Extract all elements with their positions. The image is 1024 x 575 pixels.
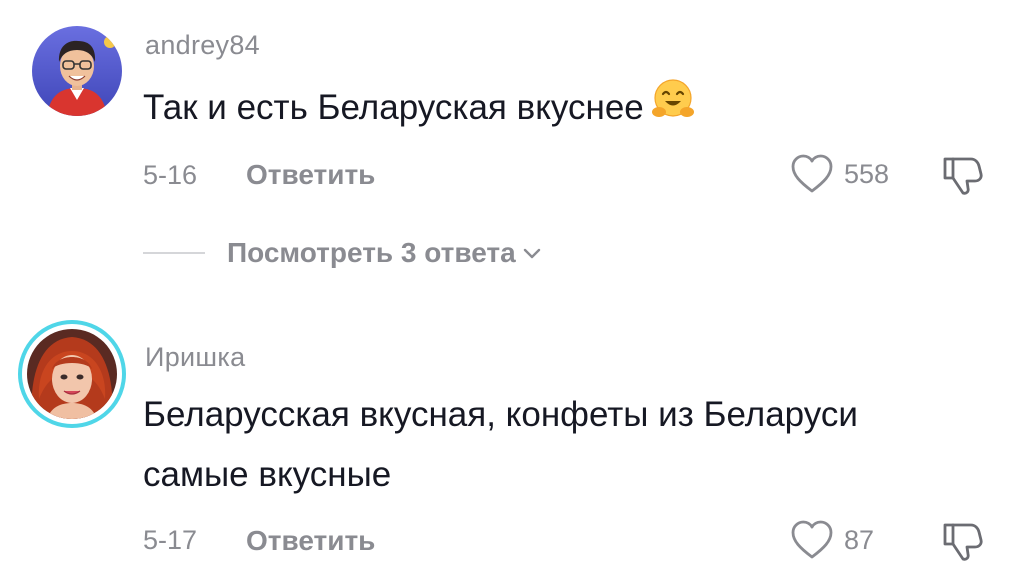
comment-text: Так и есть Беларуская вкуснее — [143, 77, 696, 142]
view-replies-button[interactable]: Посмотреть 3 ответа — [143, 237, 542, 269]
comment-username[interactable]: andrey84 — [145, 30, 260, 61]
heart-outline-icon — [791, 154, 833, 193]
like-button[interactable]: 558 — [790, 153, 889, 195]
like-button[interactable]: 87 — [790, 519, 874, 561]
thumbs-down-outline-icon — [943, 157, 983, 195]
avatar — [27, 329, 117, 419]
hugging-face-emoji-icon — [650, 77, 696, 142]
view-replies-label: Посмотреть 3 ответа — [227, 237, 516, 268]
reply-button[interactable]: Ответить — [246, 159, 375, 191]
comment-item: Иришка Беларусская вкусная, конфеты из Б… — [0, 300, 1024, 575]
like-count: 87 — [844, 524, 875, 555]
comment-date: 5-17 — [143, 525, 198, 555]
comment-text-line-1: Беларусская вкусная, конфеты из Беларуси — [143, 395, 858, 434]
avatar[interactable] — [32, 26, 122, 116]
comment-username[interactable]: Иришка — [145, 342, 245, 373]
dislike-button[interactable] — [940, 153, 984, 202]
dislike-button[interactable] — [940, 519, 984, 568]
story-ring[interactable] — [18, 320, 126, 428]
comment-item: andrey84 Так и есть Беларуская вкуснее 5… — [0, 0, 1024, 230]
reply-button[interactable]: Ответить — [246, 525, 375, 557]
divider — [143, 252, 205, 254]
like-count: 558 — [844, 158, 890, 189]
chevron-down-icon — [523, 248, 540, 259]
thumbs-down-outline-icon — [943, 523, 983, 561]
comment-date: 5-16 — [143, 160, 198, 190]
comment-text-body: Так и есть Беларуская вкуснее — [143, 87, 644, 127]
heart-outline-icon — [791, 520, 833, 559]
comment-text-line-2: самые вкусные — [143, 455, 392, 494]
